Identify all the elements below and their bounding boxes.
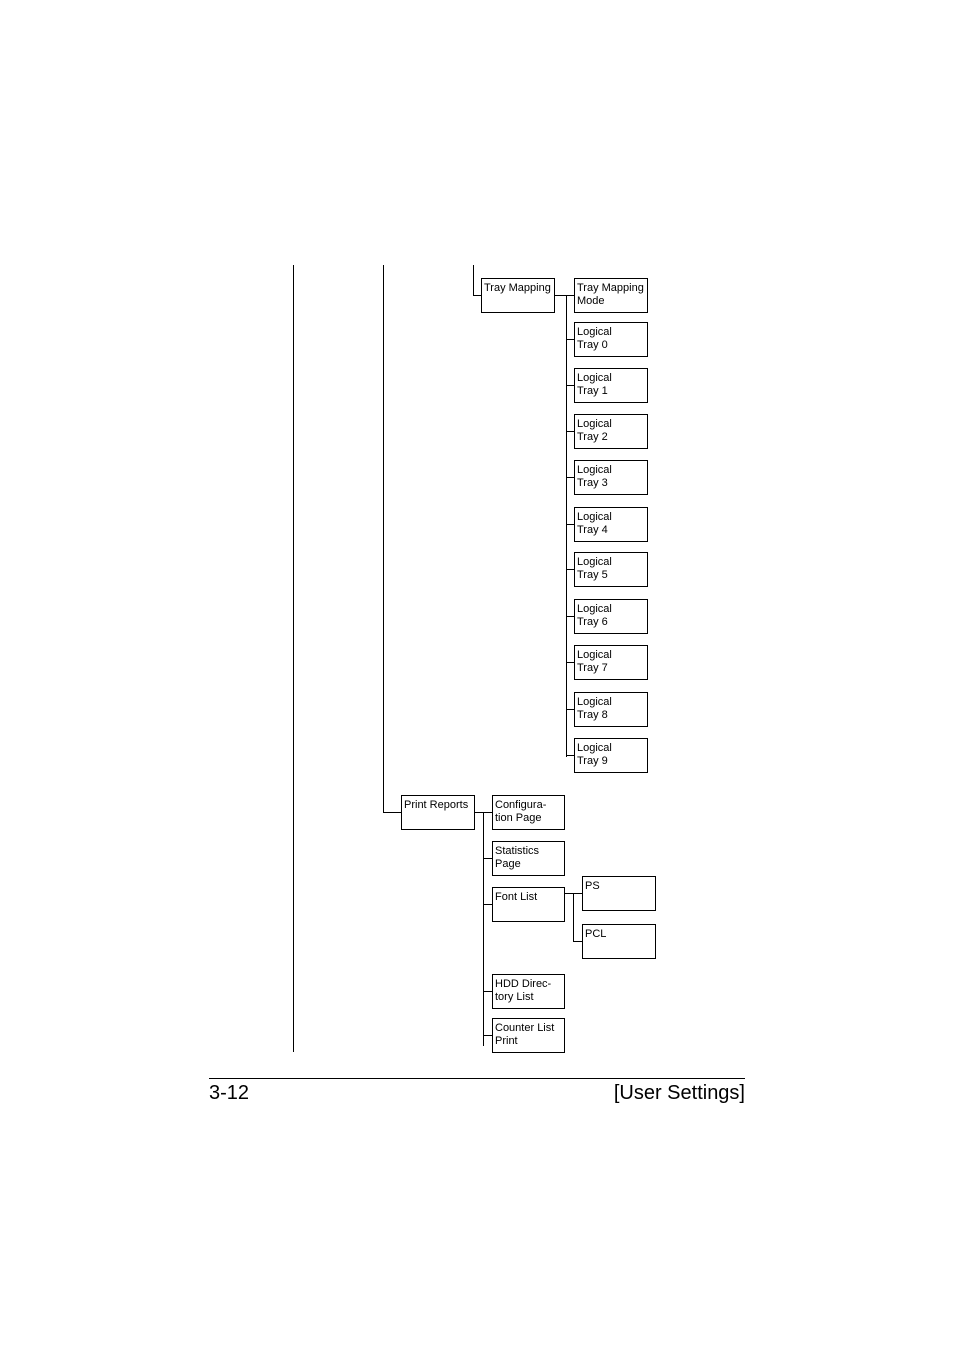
connector [566, 431, 574, 432]
print-reports-branch-line [483, 812, 484, 1046]
section-title: [User Settings] [613, 1082, 745, 1104]
node-counter-list-print: Counter List Print [492, 1018, 565, 1053]
tree-trunk-line-1 [293, 265, 294, 1052]
connector [566, 755, 574, 756]
connector [566, 569, 574, 570]
node-logical-tray-1: Logical Tray 1 [574, 368, 648, 403]
page-number: 3-12 [209, 1082, 250, 1104]
tree-trunk-line-3 [473, 265, 474, 295]
node-pcl: PCL [582, 924, 656, 959]
node-ps: PS [582, 876, 656, 911]
node-print-reports: Print Reports [401, 795, 475, 830]
connector [483, 858, 492, 859]
connector [566, 709, 574, 710]
connector [483, 991, 492, 992]
connector [473, 295, 481, 296]
node-tray-mapping-mode: Tray Mapping Mode [574, 278, 648, 313]
node-statistics-page: Statistics Page [492, 841, 565, 876]
node-logical-tray-5: Logical Tray 5 [574, 552, 648, 587]
node-hdd-directory-list: HDD Direc- tory List [492, 974, 565, 1009]
node-logical-tray-7: Logical Tray 7 [574, 645, 648, 680]
connector [555, 295, 574, 296]
font-list-branch-line [573, 893, 574, 941]
connector [566, 385, 574, 386]
connector [566, 477, 574, 478]
connector [383, 812, 401, 813]
node-logical-tray-8: Logical Tray 8 [574, 692, 648, 727]
node-tray-mapping: Tray Mapping [481, 278, 555, 313]
tree-trunk-line-2 [383, 265, 384, 812]
connector [483, 904, 492, 905]
tray-mapping-branch-line [566, 295, 567, 757]
node-logical-tray-6: Logical Tray 6 [574, 599, 648, 634]
node-font-list: Font List [492, 887, 565, 922]
connector [573, 941, 582, 942]
footer-rule [209, 1078, 745, 1079]
connector [566, 524, 574, 525]
node-logical-tray-4: Logical Tray 4 [574, 507, 648, 542]
node-configuration-page: Configura- tion Page [492, 795, 565, 830]
connector [566, 662, 574, 663]
node-logical-tray-2: Logical Tray 2 [574, 414, 648, 449]
node-logical-tray-0: Logical Tray 0 [574, 322, 648, 357]
node-logical-tray-3: Logical Tray 3 [574, 460, 648, 495]
connector [566, 339, 574, 340]
node-logical-tray-9: Logical Tray 9 [574, 738, 648, 773]
connector [483, 1035, 492, 1036]
connector [566, 616, 574, 617]
